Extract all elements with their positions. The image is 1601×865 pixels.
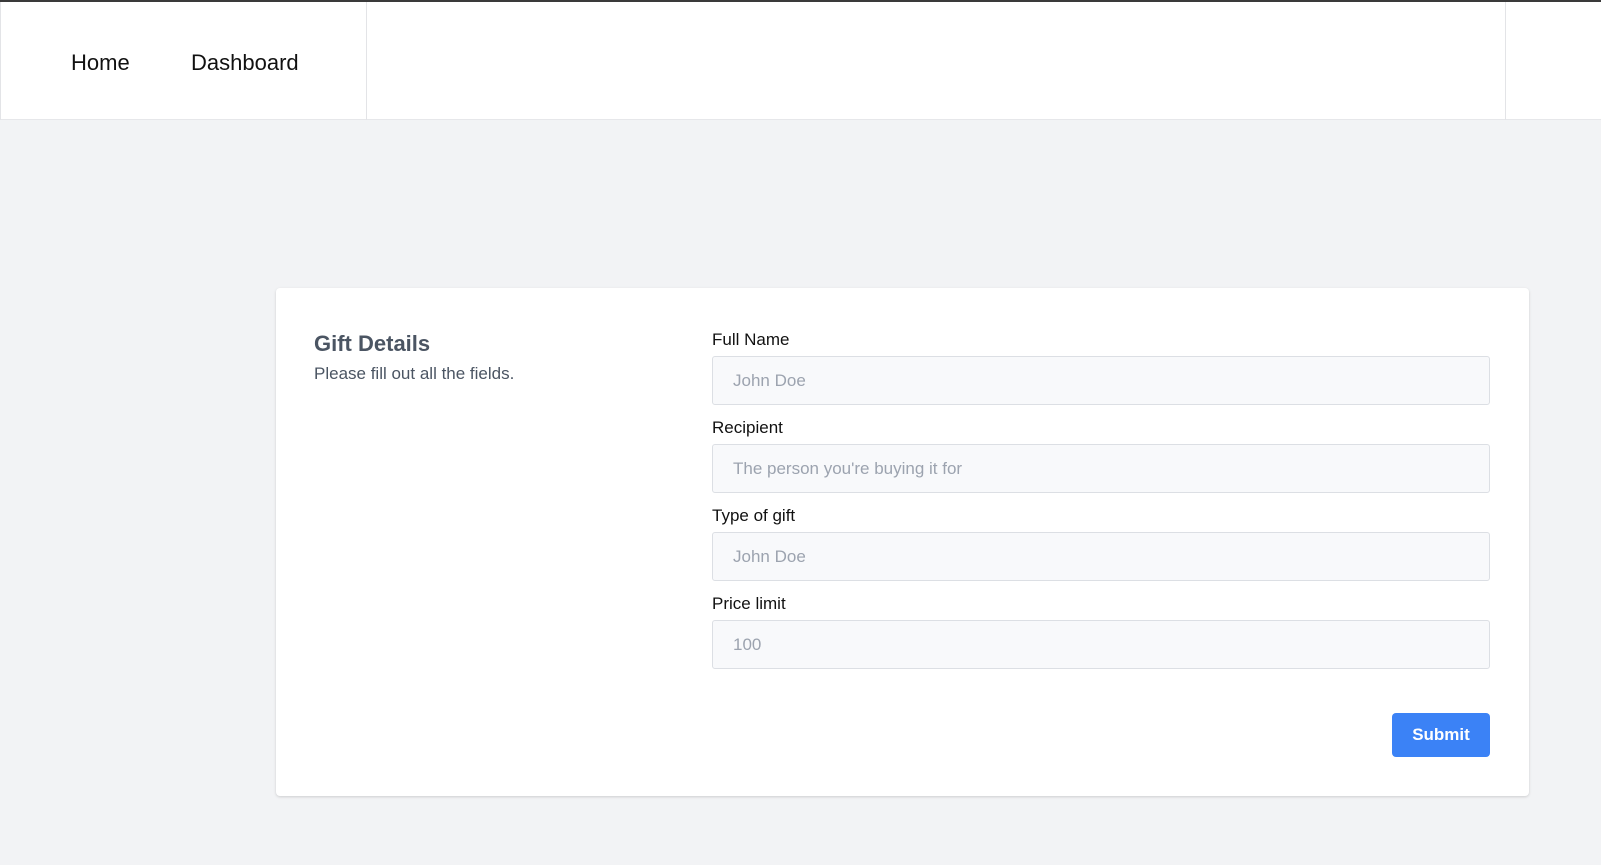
top-navigation-bar: Home Dashboard	[0, 0, 1601, 120]
price-limit-label: Price limit	[712, 594, 786, 613]
header-divider	[1505, 2, 1506, 120]
nav-dashboard-link[interactable]: Dashboard	[191, 49, 299, 77]
gift-type-label: Type of gift	[712, 506, 796, 525]
nav-home-link[interactable]: Home	[71, 49, 130, 77]
recipient-input[interactable]	[712, 444, 1490, 493]
recipient-label: Recipient	[712, 418, 783, 437]
submit-button[interactable]: Submit	[1392, 713, 1490, 757]
gift-details-form-card: Gift Details Please fill out all the fie…	[276, 288, 1529, 796]
form-description: Please fill out all the fields.	[314, 364, 515, 383]
nav-menu: Home Dashboard	[0, 2, 367, 120]
full-name-label: Full Name	[712, 330, 790, 349]
price-limit-input[interactable]	[712, 620, 1490, 669]
full-name-input[interactable]	[712, 356, 1490, 405]
gift-type-input[interactable]	[712, 532, 1490, 581]
form-title: Gift Details	[314, 331, 431, 356]
